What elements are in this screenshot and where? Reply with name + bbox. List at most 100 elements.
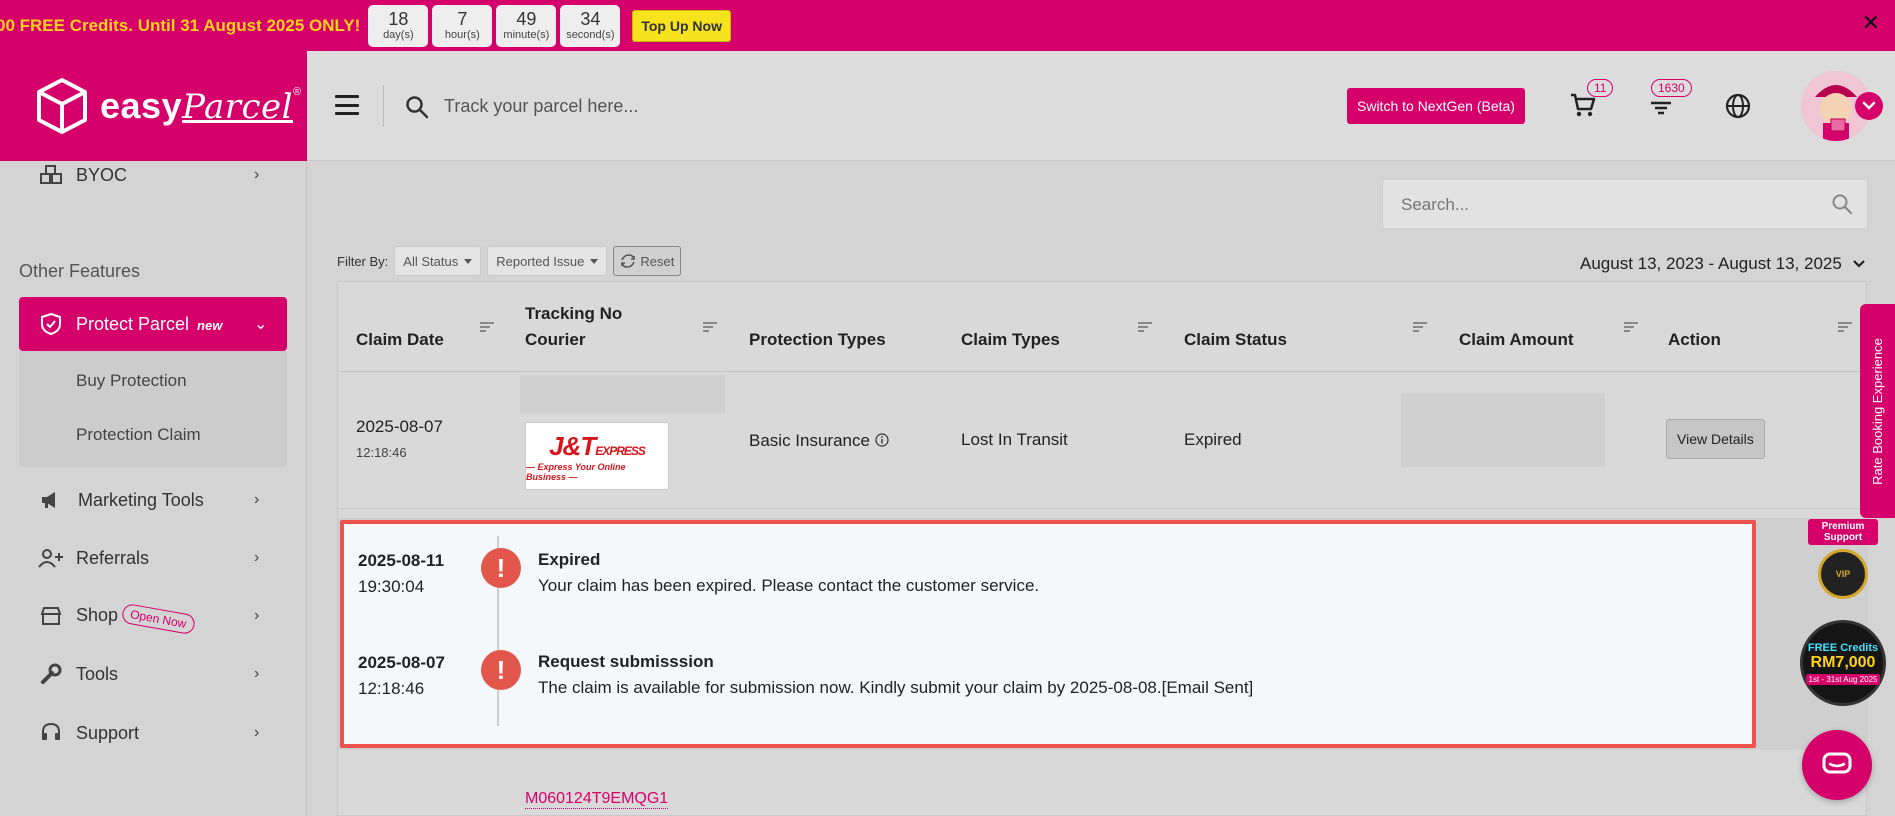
- issue-filter-dropdown[interactable]: Reported Issue: [487, 246, 608, 276]
- reset-button[interactable]: Reset: [613, 246, 682, 276]
- track-parcel-input[interactable]: [444, 89, 1044, 123]
- top-up-button[interactable]: Top Up Now: [632, 9, 731, 42]
- date-range-value: August 13, 2023 - August 13, 2025: [1580, 254, 1842, 273]
- rate-booking-label: Rate Booking Experience: [1870, 337, 1886, 485]
- alert-icon: !: [481, 650, 521, 690]
- close-icon[interactable]: ✕: [1862, 10, 1880, 36]
- event-title: Request submisssion: [538, 652, 714, 671]
- event-datetime: 2025-08-11 19:30:04: [358, 548, 444, 600]
- view-details-button[interactable]: View Details: [1666, 419, 1765, 459]
- courier-logo-main: J&T: [549, 430, 596, 461]
- claims-search-input[interactable]: [1401, 192, 1801, 218]
- sort-icon[interactable]: [480, 322, 494, 332]
- info-icon[interactable]: [875, 433, 889, 447]
- sidebar-item-label: Protect Parcel new: [76, 314, 222, 335]
- chevron-right-icon: ›: [254, 665, 260, 682]
- rate-booking-experience-tab[interactable]: Rate Booking Experience: [1860, 304, 1895, 518]
- column-header-claim-amount[interactable]: Claim Amount: [1459, 330, 1574, 350]
- courier-logo-small: EXPRESS: [595, 443, 646, 458]
- headset-icon: [38, 722, 64, 744]
- filter-bar: Filter By: All Status Reported Issue Res…: [337, 246, 682, 276]
- sort-icon[interactable]: [1413, 322, 1427, 332]
- store-icon: [38, 606, 64, 626]
- column-header-courier[interactable]: Courier: [525, 330, 585, 350]
- column-header-claim-types[interactable]: Claim Types: [961, 330, 1060, 350]
- countdown-unit: second(s): [566, 29, 615, 41]
- sidebar-item-protect-parcel[interactable]: Protect Parcel new ⌄: [19, 297, 287, 351]
- top-header: Switch to NextGen (Beta) 11 1630: [307, 51, 1895, 161]
- column-header-claim-status[interactable]: Claim Status: [1184, 330, 1287, 350]
- sort-icon[interactable]: [1138, 322, 1152, 332]
- chevron-right-icon: ›: [254, 607, 260, 624]
- chevron-right-icon: ›: [254, 166, 260, 183]
- countdown-value: 7: [457, 9, 468, 29]
- countdown-seconds: 34 second(s): [560, 4, 621, 47]
- courier-logo: J&TEXPRESS — Express Your Online Busines…: [525, 422, 669, 490]
- alert-icon: !: [481, 548, 521, 588]
- chevron-right-icon: ›: [254, 724, 260, 741]
- promo-text: 00 FREE Credits. Until 31 August 2025 ON…: [0, 15, 361, 35]
- courier-logo-tagline: — Express Your Online Business —: [526, 461, 626, 482]
- sidebar-item-byoc[interactable]: BYOC ›: [0, 153, 307, 197]
- sidebar-item-shop[interactable]: Shop Open Now ›: [0, 594, 307, 638]
- header-divider: [383, 85, 384, 127]
- sort-icon[interactable]: [1838, 322, 1852, 332]
- search-icon[interactable]: [1831, 193, 1853, 215]
- sidebar-subitem-buy-protection[interactable]: Buy Protection: [76, 371, 187, 391]
- notifications-button[interactable]: 1630: [1647, 79, 1692, 124]
- shield-icon: [38, 312, 64, 336]
- whatsapp-vip-icon: VIP: [1818, 549, 1868, 599]
- brand-logo[interactable]: easyParcel ®: [0, 51, 307, 161]
- countdown-value: 34: [580, 9, 601, 29]
- countdown-timer: 18 day(s) 7 hour(s) 49 minute(s) 34 seco…: [368, 4, 621, 47]
- chevron-right-icon: ›: [254, 549, 260, 566]
- sort-icon[interactable]: [1624, 322, 1638, 332]
- profile-menu-toggle[interactable]: [1855, 92, 1883, 120]
- sidebar-item-tools[interactable]: Tools ›: [0, 652, 307, 696]
- column-header-tracking[interactable]: Tracking No: [525, 304, 622, 324]
- sidebar-item-label: Marketing Tools: [78, 489, 204, 510]
- issue-filter-value: Reported Issue: [496, 253, 585, 269]
- tracking-number-link[interactable]: M060124T9EMQG1: [525, 790, 669, 809]
- free-credits-promo[interactable]: FREE Credits RM7,000 1st - 31st Aug 2025: [1800, 620, 1886, 706]
- event-description: Your claim has been expired. Please cont…: [538, 576, 1040, 595]
- claims-table: Claim Date Tracking No Courier Protectio…: [337, 281, 1868, 816]
- open-now-badge: Open Now: [120, 602, 196, 636]
- sidebar-item-support[interactable]: Support ›: [0, 711, 307, 755]
- status-filter-dropdown[interactable]: All Status: [394, 246, 482, 276]
- claim-time: 12:18:46: [356, 445, 407, 460]
- courier-logo-text: J&TEXPRESS: [549, 430, 646, 462]
- sidebar-item-label: Support: [76, 722, 140, 743]
- date-range-picker[interactable]: August 13, 2023 - August 13, 2025: [1580, 254, 1866, 274]
- countdown-hours: 7 hour(s): [432, 4, 493, 47]
- chevron-down-icon: [1853, 260, 1865, 268]
- event-date: 2025-08-11: [358, 551, 445, 570]
- column-header-claim-date[interactable]: Claim Date: [356, 330, 444, 350]
- claim-timeline: 2025-08-11 19:30:04 ! Expired Your claim…: [340, 520, 1756, 748]
- hamburger-menu-icon[interactable]: [335, 95, 359, 115]
- logo-registered-mark: ®: [293, 86, 302, 98]
- claims-search: [1382, 179, 1868, 229]
- chevron-right-icon: ›: [254, 491, 260, 508]
- premium-support-widget[interactable]: Premium Support VIP: [1808, 519, 1878, 609]
- sort-icon[interactable]: [703, 322, 717, 332]
- sidebar-item-marketing-tools[interactable]: Marketing Tools ›: [0, 478, 307, 522]
- globe-icon[interactable]: [1725, 93, 1751, 119]
- protect-parcel-submenu: Buy Protection Protection Claim: [19, 351, 287, 467]
- notification-count-badge: 1630: [1651, 79, 1692, 97]
- switch-nextgen-button[interactable]: Switch to NextGen (Beta): [1347, 88, 1525, 124]
- premium-support-label: Premium Support: [1808, 519, 1878, 545]
- countdown-minutes: 49 minute(s): [496, 4, 557, 47]
- cart-button[interactable]: 11: [1569, 79, 1614, 124]
- sidebar-item-label: BYOC: [76, 164, 128, 185]
- table-row[interactable]: 2025-08-07 12:18:46 J&TEXPRESS — Express…: [338, 373, 1868, 509]
- claim-date: 2025-08-07: [356, 417, 443, 436]
- chat-button[interactable]: [1802, 730, 1872, 800]
- boxes-icon: [38, 165, 64, 185]
- column-header-protection-types: Protection Types: [749, 330, 886, 349]
- logo-text-bold: easy: [100, 85, 183, 126]
- sidebar-subitem-protection-claim[interactable]: Protection Claim: [76, 425, 201, 445]
- sidebar-item-referrals[interactable]: Referrals ›: [0, 536, 307, 580]
- refresh-icon: [621, 254, 636, 268]
- protection-type: Basic Insurance: [749, 431, 889, 451]
